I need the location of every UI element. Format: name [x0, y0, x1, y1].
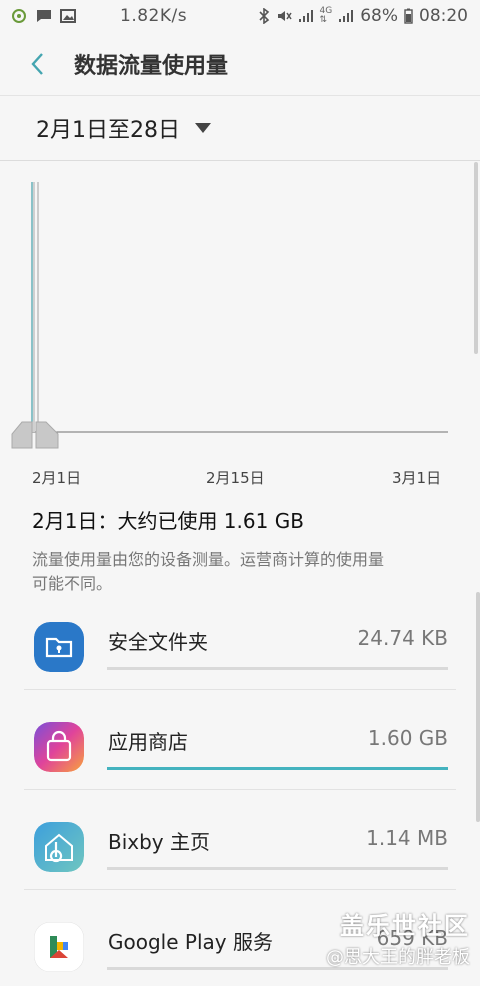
google-play-services-icon [34, 922, 84, 972]
usage-chart [11, 162, 478, 449]
signal-icon [298, 10, 313, 22]
image-icon [60, 9, 76, 23]
network-speed: 1.82K/s [120, 6, 188, 26]
date-range-dropdown[interactable]: 2月1日至28日 [36, 112, 212, 144]
dropdown-triangle-icon [195, 123, 211, 133]
secure-folder-icon [34, 622, 84, 672]
list-scrollbar[interactable] [476, 592, 480, 822]
page-title: 数据流量使用量 [74, 53, 229, 79]
x-tick-label: 2月15日 [206, 469, 265, 487]
x-tick-label: 2月1日 [32, 469, 82, 487]
list-item[interactable]: Bixby 主页 1.14 MB [0, 790, 480, 890]
usage-bar [107, 667, 448, 670]
divider [0, 160, 480, 161]
measurement-note: 流量使用量由您的设备测量。运营商计算的使用量可能不同。 [32, 550, 385, 593]
usage-bar-fill [107, 767, 448, 770]
watermark: 盖乐世社区 @思大王的胖老板 [326, 906, 470, 969]
app-store-icon [34, 722, 84, 772]
app-name: Google Play 服务 [108, 930, 273, 954]
status-bar: 1.82K/s 4G ⇅ 68% 08:20 [0, 0, 480, 32]
app-usage-value: 1.60 GB [367, 726, 448, 750]
battery-icon [404, 8, 413, 24]
app-usage-value: 1.14 MB [366, 826, 448, 850]
signal-icon [339, 10, 354, 22]
mute-icon [277, 11, 292, 21]
notification-icon [12, 9, 26, 23]
usage-bar [107, 867, 448, 870]
range-end-handle[interactable] [35, 421, 59, 449]
usage-summary: 2月1日：大约已使用 1.61 GB [32, 509, 304, 533]
chevron-left-icon [31, 52, 43, 75]
app-name: 安全文件夹 [108, 630, 208, 654]
bluetooth-icon [258, 8, 269, 24]
app-bar: 数据流量使用量 [0, 32, 480, 96]
app-name: 应用商店 [108, 730, 188, 754]
list-item[interactable]: 安全文件夹 24.74 KB [0, 590, 480, 690]
chart-right-scrollbar [474, 162, 478, 354]
clock: 08:20 [419, 6, 468, 26]
battery-level: 68% [360, 6, 398, 26]
back-button[interactable] [24, 51, 50, 77]
date-range-label: 2月1日至28日 [36, 118, 180, 143]
range-start-handle[interactable] [11, 421, 33, 449]
x-tick-label: 3月1日 [392, 469, 442, 487]
app-name: Bixby 主页 [108, 830, 211, 854]
list-item[interactable]: 应用商店 1.60 GB [0, 690, 480, 790]
network-arrows-icon: ⇅ [319, 15, 328, 25]
usage-bar [107, 767, 448, 770]
watermark-title: 盖乐世社区 [340, 912, 470, 940]
watermark-author: @思大王的胖老板 [326, 947, 470, 968]
bixby-home-icon [34, 822, 84, 872]
message-icon [37, 10, 51, 22]
app-usage-value: 24.74 KB [357, 626, 448, 650]
